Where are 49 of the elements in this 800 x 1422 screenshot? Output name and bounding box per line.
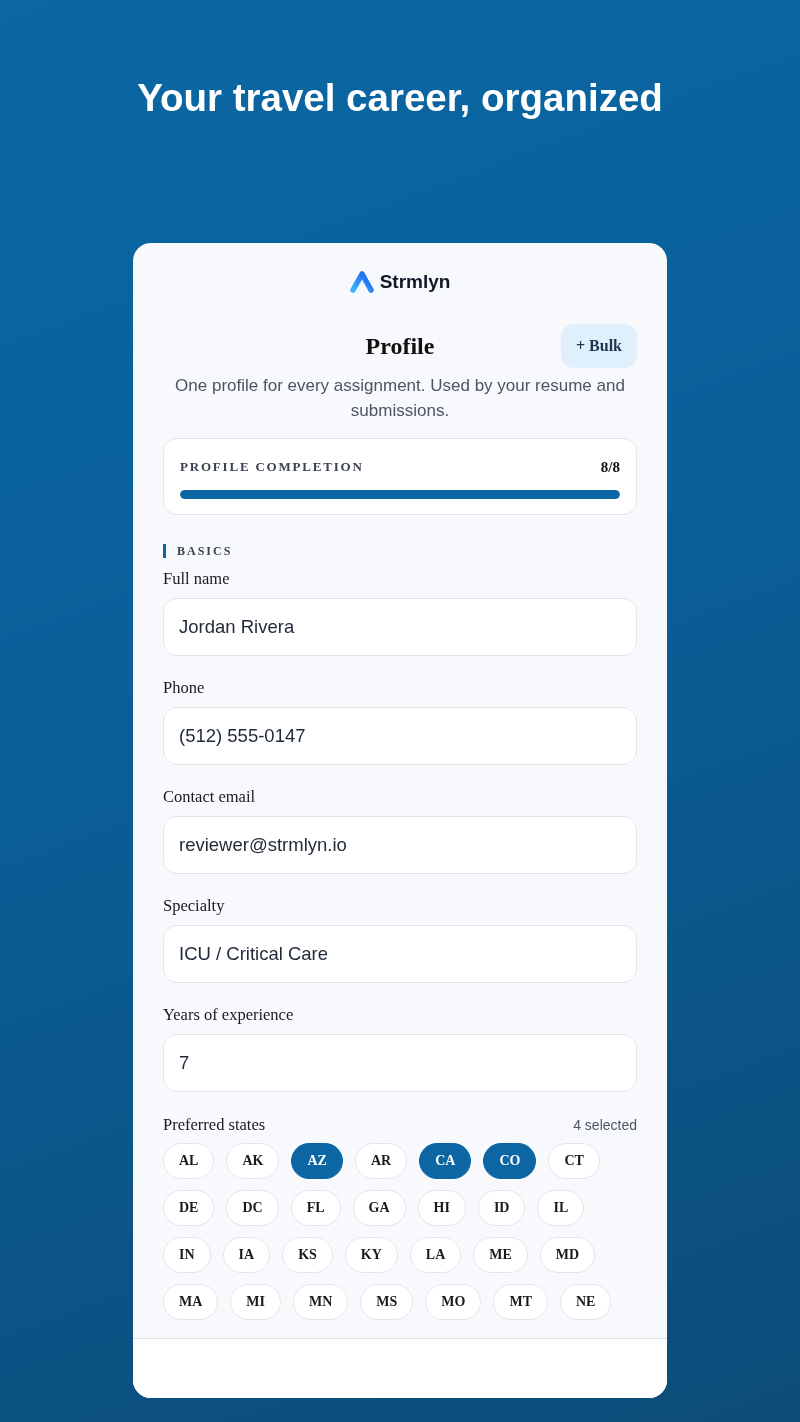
state-chip[interactable]: IN	[163, 1237, 211, 1273]
field-label: Years of experience	[163, 1005, 294, 1025]
state-chip[interactable]: KS	[282, 1237, 333, 1273]
input-field[interactable]: Jordan Rivera	[163, 598, 637, 656]
state-chip[interactable]: FL	[290, 1190, 341, 1226]
state-chip[interactable]: IL	[537, 1190, 585, 1226]
state-chip[interactable]: MO	[425, 1284, 482, 1320]
state-chip[interactable]: HI	[417, 1190, 466, 1226]
state-chip[interactable]: CT	[548, 1143, 600, 1179]
state-chip[interactable]: AK	[226, 1143, 280, 1179]
field-label: Full name	[163, 569, 230, 589]
state-chip[interactable]: DE	[163, 1190, 215, 1226]
state-chip[interactable]: ME	[473, 1237, 528, 1273]
state-chip[interactable]: NE	[560, 1284, 612, 1320]
input-field[interactable]: reviewer@strmlyn.io	[163, 816, 637, 874]
state-chip[interactable]: MS	[360, 1284, 414, 1320]
field-label: Specialty	[163, 896, 225, 916]
state-chip[interactable]: AR	[354, 1143, 408, 1179]
state-chip[interactable]: IA	[222, 1237, 271, 1273]
input-field[interactable]: 7	[163, 1034, 637, 1092]
state-chip[interactable]: AZ	[291, 1143, 343, 1179]
state-chip[interactable]: CO	[483, 1143, 537, 1179]
completion-count: 8/8	[600, 458, 620, 476]
logo-icon	[349, 271, 374, 293]
state-chip[interactable]: MT	[493, 1284, 548, 1320]
state-chip[interactable]: GA	[352, 1190, 406, 1226]
state-chip[interactable]: CA	[419, 1143, 472, 1179]
state-chip[interactable]: LA	[409, 1237, 462, 1273]
completion-label: PROFILE COMPLETION	[180, 459, 364, 475]
state-chip[interactable]: MI	[230, 1284, 281, 1320]
state-chip[interactable]: ID	[477, 1190, 526, 1226]
page-title: Profile	[365, 332, 435, 360]
selected-count: 4 selected	[573, 1117, 637, 1133]
field-label: Preferred states	[163, 1115, 266, 1135]
state-chip[interactable]: KY	[344, 1237, 398, 1273]
subtitle-text: One profile for every assignment. Used by your resume and submissions.	[174, 375, 626, 422]
brand-name: Strmlyn	[379, 271, 451, 293]
state-chip[interactable]: MD	[539, 1237, 596, 1273]
input-field[interactable]: ICU / Critical Care	[163, 925, 637, 983]
state-chip[interactable]: MN	[293, 1284, 349, 1320]
bulk-button[interactable]: + Bulk	[560, 324, 637, 368]
state-chip[interactable]: AL	[163, 1143, 215, 1179]
field-label: Phone	[163, 678, 205, 698]
input-field[interactable]: (512) 555-0147	[163, 707, 637, 765]
state-chip[interactable]: DC	[226, 1190, 279, 1226]
page-headline: Your travel career, organized	[137, 76, 663, 120]
field-label: Contact email	[163, 787, 256, 807]
section-heading: BASICS	[163, 544, 233, 558]
state-chip[interactable]: MA	[163, 1284, 219, 1320]
